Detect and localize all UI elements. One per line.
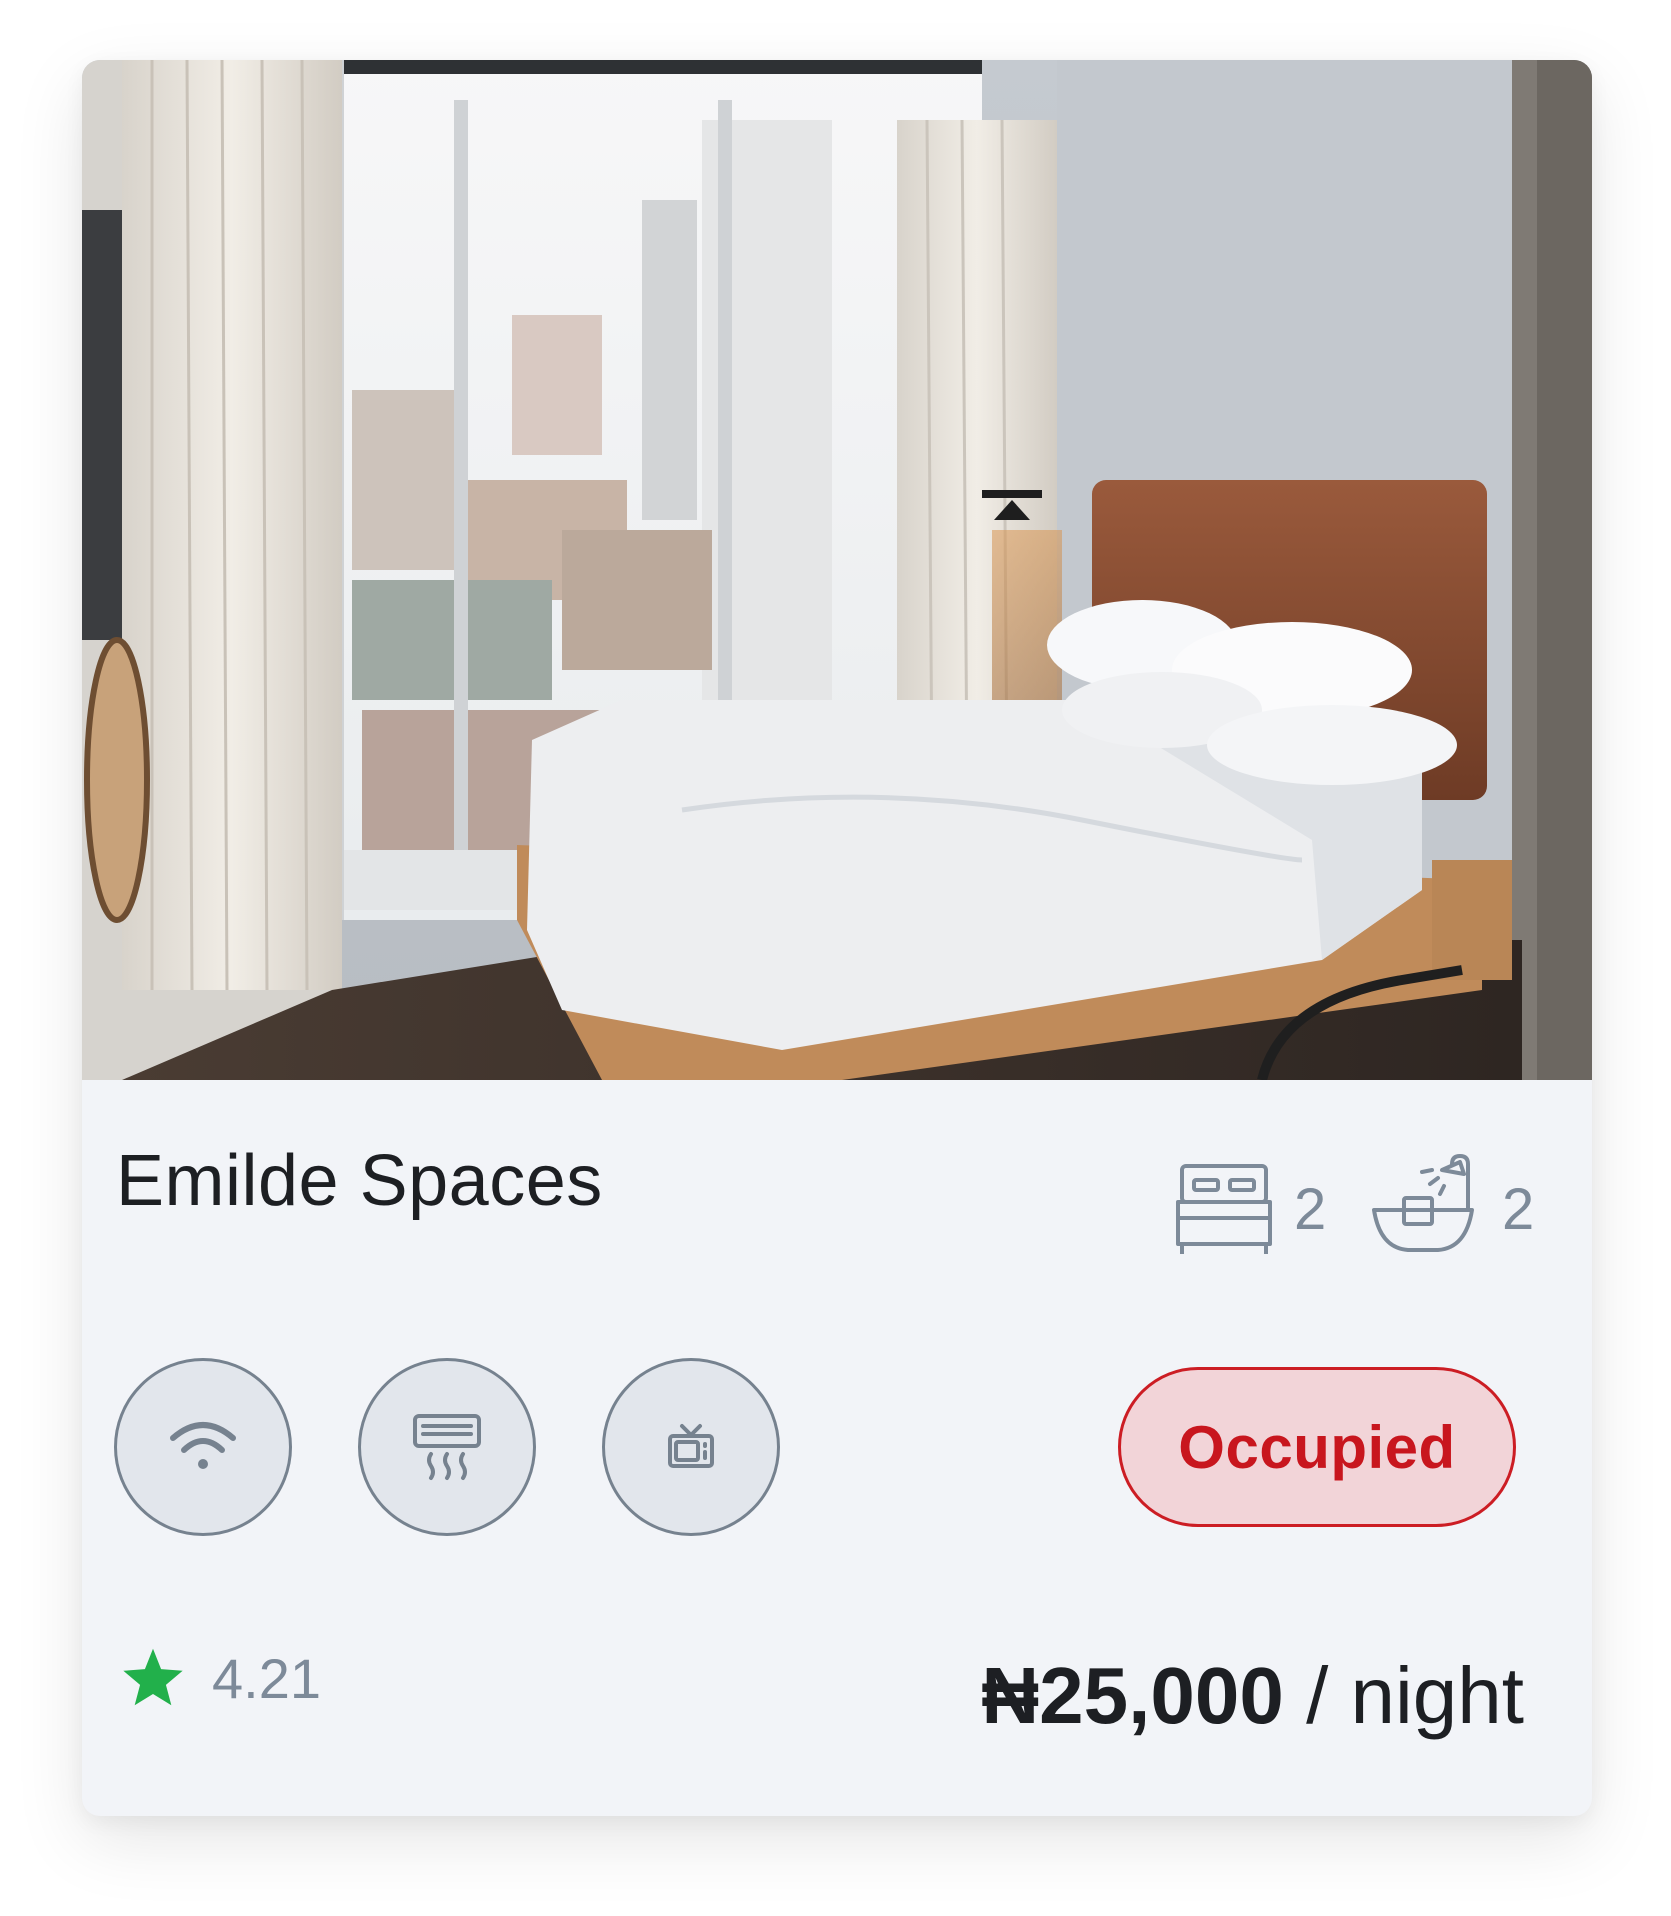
tv-icon	[668, 1424, 714, 1468]
beds-count: 2	[1294, 1177, 1327, 1242]
amenity-tv[interactable]	[602, 1358, 780, 1536]
room-photo	[82, 60, 1592, 1080]
price-amount: ₦25,000	[981, 1651, 1284, 1740]
amenity-wifi[interactable]	[114, 1358, 292, 1536]
amenity-air-conditioner[interactable]	[358, 1358, 536, 1536]
air-conditioner-icon	[413, 1414, 481, 1480]
bed-icon	[1176, 1164, 1272, 1254]
listing-title: Emilde Spaces	[116, 1141, 603, 1221]
star-icon	[123, 1648, 183, 1706]
rating-value: 4.21	[212, 1647, 321, 1710]
bathtub-shower-icon	[1372, 1154, 1474, 1252]
room-specs: 2 2	[1172, 1152, 1562, 1262]
price: ₦25,000 / night	[981, 1650, 1524, 1742]
status-badge: Occupied	[1118, 1367, 1516, 1527]
wifi-icon	[170, 1422, 236, 1469]
baths-count: 2	[1502, 1177, 1535, 1242]
price-unit: / night	[1283, 1651, 1524, 1740]
listing-card[interactable]: Emilde Spaces 2 2 Occupied 4.21 ₦25,000 …	[82, 60, 1592, 1816]
